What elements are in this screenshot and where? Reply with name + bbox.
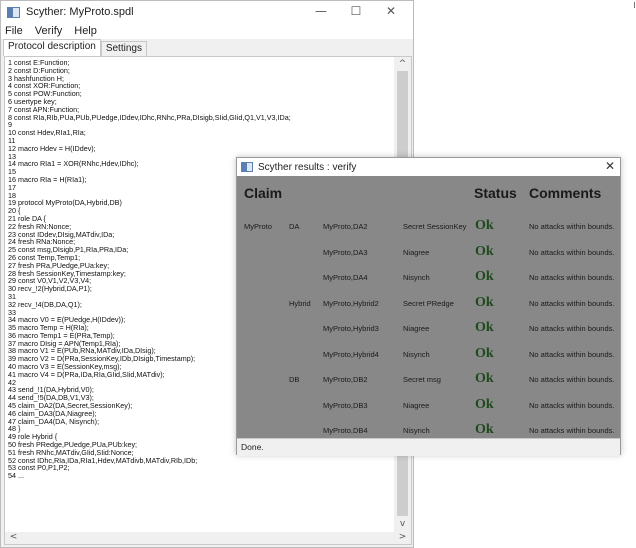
- results-app-icon: [241, 162, 253, 172]
- claim-id-cell: MyProto,DA2: [323, 222, 368, 231]
- status-bar: Done.: [237, 438, 620, 456]
- claim-cell: Nisynch: [403, 426, 430, 435]
- status-ok-badge: Ok: [475, 320, 494, 335]
- minimize-button[interactable]: —: [311, 4, 331, 18]
- claim-id-cell: MyProto,Hybrid2: [323, 298, 379, 308]
- status-ok-badge: Ok: [475, 371, 494, 386]
- results-close-button[interactable]: ✕: [605, 159, 615, 173]
- app-icon: [7, 6, 20, 18]
- results-table: Claim Status Comments MyProto DA MyProto,D…: [237, 176, 620, 438]
- code-line: 12 macro Hdev = H(IDdev);: [8, 143, 96, 153]
- protocol-cell: MyProto: [244, 222, 272, 231]
- code-line: 54 ...: [8, 471, 24, 481]
- tab-bar: Protocol description Settings: [1, 39, 413, 56]
- comment-cell: No attacks within bounds.: [529, 400, 615, 410]
- claim-cell: Niagree: [403, 324, 430, 333]
- close-button[interactable]: ✕: [381, 4, 401, 18]
- code-line: 8 const RIa,RIb,PUa,PUb,PUedge,IDdev,IDh…: [8, 112, 291, 122]
- comment-cell: No attacks within bounds.: [529, 247, 615, 257]
- status-ok-badge: Ok: [475, 396, 494, 412]
- edge-marker: [634, 2, 635, 8]
- role-cell: DA: [289, 222, 300, 231]
- status-ok-badge: Ok: [475, 294, 494, 310]
- comment-cell: No attacks within bounds.: [529, 375, 615, 384]
- comment-cell: No attacks within bounds.: [529, 273, 615, 282]
- main-titlebar[interactable]: Scyther: MyProto.spdl — ☐ ✕: [1, 1, 413, 23]
- code-line: 53 const P0,P1,P2;: [8, 463, 70, 473]
- scroll-up-icon[interactable]: ^: [394, 59, 411, 69]
- status-ok-badge: Ok: [475, 269, 494, 284]
- menu-help[interactable]: Help: [68, 25, 103, 37]
- status-ok-badge: Ok: [475, 422, 494, 437]
- claim-id-cell: MyProto,Hybrid4: [323, 349, 379, 359]
- comment-cell: No attacks within bounds.: [529, 426, 615, 435]
- status-ok-badge: Ok: [475, 218, 494, 233]
- claim-id-cell: MyProto,DA3: [323, 247, 368, 257]
- code-line: 10 const Hdev,RIa1,RIa;: [8, 128, 86, 138]
- claim-id-cell: MyProto,Hybrid3: [323, 324, 379, 333]
- claim-cell: Nisynch: [403, 349, 430, 359]
- results-titlebar[interactable]: Scyther results : verify ✕: [237, 158, 620, 176]
- code-line: 5 const POW:Function;: [8, 89, 82, 99]
- claim-cell: Secret SessionKey: [403, 222, 467, 231]
- tab-protocol-description[interactable]: Protocol description: [3, 39, 101, 56]
- scroll-right-icon[interactable]: >: [394, 532, 411, 542]
- status-ok-badge: Ok: [475, 243, 494, 259]
- results-window-title: Scyther results : verify: [258, 161, 357, 173]
- code-line: 2 const D:Function;: [8, 65, 70, 75]
- claim-cell: Niagree: [403, 400, 430, 410]
- claim-cell: Secret PRedge: [403, 298, 454, 308]
- role-cell: DB: [289, 375, 300, 384]
- tab-settings[interactable]: Settings: [100, 41, 147, 56]
- menu-verify[interactable]: Verify: [29, 25, 69, 37]
- claim-cell: Niagree: [403, 247, 430, 257]
- maximize-button[interactable]: ☐: [346, 4, 366, 18]
- scroll-down-icon[interactable]: v: [394, 519, 411, 529]
- claim-id-cell: MyProto,DB3: [323, 400, 368, 410]
- scroll-left-icon[interactable]: <: [5, 532, 22, 542]
- comments-header: Comments: [529, 185, 602, 201]
- comment-cell: No attacks within bounds.: [529, 222, 615, 231]
- claim-id-cell: MyProto,DB4: [323, 426, 368, 435]
- claim-cell: Nisynch: [403, 273, 430, 282]
- claim-id-cell: MyProto,DB2: [323, 375, 368, 384]
- status-header: Status: [474, 185, 517, 201]
- comment-cell: No attacks within bounds.: [529, 324, 615, 333]
- status-ok-badge: Ok: [475, 345, 494, 361]
- horizontal-scrollbar[interactable]: < >: [5, 532, 411, 544]
- role-cell: Hybrid: [289, 298, 311, 308]
- claim-cell: Secret msg: [403, 375, 441, 384]
- results-window: Scyther results : verify ✕ Claim Status …: [236, 157, 621, 456]
- menu-file[interactable]: File: [1, 25, 29, 37]
- comment-cell: No attacks within bounds.: [529, 349, 615, 359]
- comment-cell: No attacks within bounds.: [529, 298, 615, 308]
- main-window-title: Scyther: MyProto.spdl: [26, 6, 134, 18]
- claim-id-cell: MyProto,DA4: [323, 273, 368, 282]
- status-text: Done.: [241, 442, 264, 452]
- menu-bar: File Verify Help: [1, 23, 413, 39]
- claim-header: Claim: [244, 185, 283, 201]
